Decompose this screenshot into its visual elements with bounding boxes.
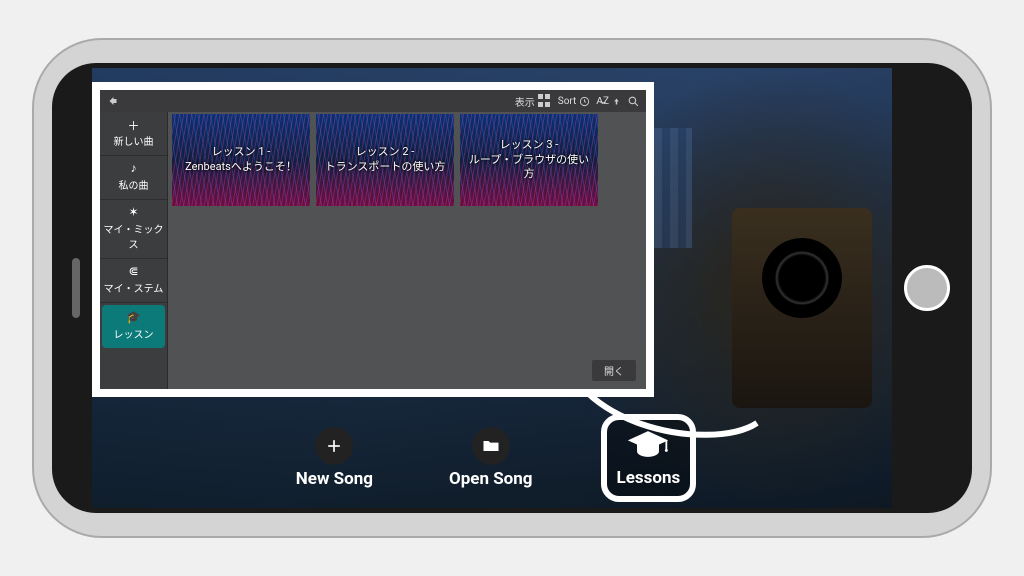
display-toggle[interactable]: 表示 [515, 94, 552, 109]
sidebar-item-my-mix[interactable]: ✶ マイ・ミックス [100, 200, 167, 259]
sidebar-item-label: マイ・ステム [104, 280, 164, 295]
background-speaker [732, 208, 872, 408]
lesson-card[interactable]: レッスン 3 - ループ・ブラウザの使い方 [460, 114, 598, 206]
lessons-area: レッスン 1 - Zenbeatsへようこそ！ レッスン 2 - トランスポート… [168, 112, 646, 389]
sidebar-item-my-songs[interactable]: ♪ 私の曲 [100, 156, 167, 200]
arrow-up-icon [612, 96, 621, 107]
sidebar-item-my-stem[interactable]: ⋐ マイ・ステム [100, 259, 167, 303]
music-icon: ♪ [131, 161, 137, 175]
bottom-menu: New Song Open Song [92, 408, 892, 508]
sidebar-item-label: 私の曲 [119, 177, 149, 192]
menu-label: Lessons [617, 468, 681, 488]
menu-lessons[interactable]: Lessons [601, 414, 697, 502]
popup-toolbar: 表示 Sort A̶Z [100, 90, 646, 112]
sidebar-item-new-song[interactable]: ＋ 新しい曲 [100, 112, 167, 156]
search-button[interactable] [627, 95, 640, 108]
lesson-card[interactable]: レッスン 2 - トランスポートの使い方 [316, 114, 454, 206]
lesson-title: レッスン 2 - トランスポートの使い方 [319, 145, 452, 175]
graduation-cap-icon: 🎓 [126, 310, 141, 324]
lesson-cards: レッスン 1 - Zenbeatsへようこそ！ レッスン 2 - トランスポート… [168, 112, 646, 208]
stem-icon: ⋐ [128, 264, 138, 278]
folder-icon [472, 427, 510, 465]
grid-icon [538, 94, 552, 108]
mix-icon: ✶ [128, 205, 138, 219]
clock-icon [579, 96, 590, 107]
sidebar-item-label: レッスン [114, 326, 154, 341]
menu-label: New Song [296, 469, 373, 489]
back-icon[interactable] [106, 95, 120, 107]
phone-speaker [72, 258, 80, 318]
open-button[interactable]: 開く [592, 360, 636, 381]
plus-icon [315, 427, 353, 465]
toolbar-label: 表示 [515, 94, 535, 109]
toolbar-label: Sort [558, 96, 577, 107]
phone-home-button[interactable] [904, 265, 950, 311]
graduation-cap-icon [626, 428, 670, 464]
plus-icon: ＋ [127, 117, 139, 131]
phone-bezel: ats New Song [52, 63, 972, 513]
lesson-card[interactable]: レッスン 1 - Zenbeatsへようこそ！ [172, 114, 310, 206]
sort-az[interactable]: A̶Z [596, 96, 621, 107]
search-icon [627, 95, 640, 108]
menu-new-song[interactable]: New Song [288, 419, 381, 497]
lessons-browser-popup: 表示 Sort A̶Z [92, 82, 654, 397]
menu-label: Open Song [449, 469, 533, 489]
lesson-title: レッスン 3 - ループ・ブラウザの使い方 [460, 138, 598, 183]
side-tabs: ＋ 新しい曲 ♪ 私の曲 ✶ マイ・ミックス ⋐ [100, 112, 168, 389]
lesson-title: レッスン 1 - Zenbeatsへようこそ！ [179, 145, 303, 175]
sidebar-item-lessons[interactable]: 🎓 レッスン [102, 305, 165, 348]
menu-open-song[interactable]: Open Song [441, 419, 541, 497]
toolbar-label: A̶Z [596, 96, 609, 107]
sidebar-item-label: マイ・ミックス [102, 221, 165, 251]
phone-frame: ats New Song [32, 38, 992, 538]
app-screen: ats New Song [92, 68, 892, 508]
sort-toggle[interactable]: Sort [558, 96, 591, 107]
sidebar-item-label: 新しい曲 [114, 133, 154, 148]
